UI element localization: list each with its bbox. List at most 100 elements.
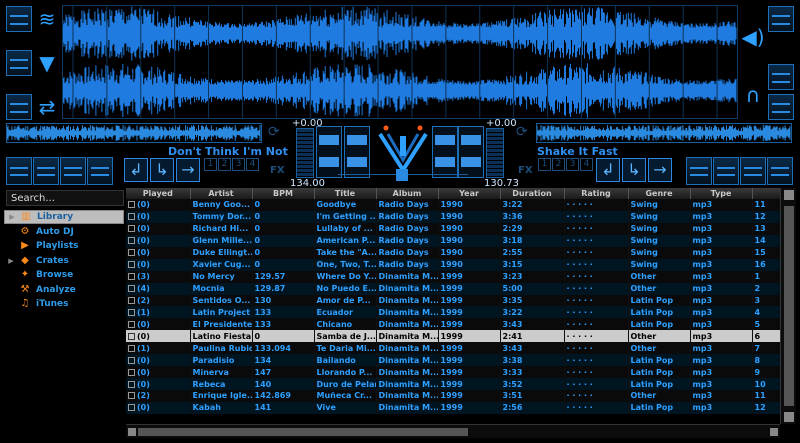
left-list-button[interactable] xyxy=(6,94,32,120)
left-fx-label[interactable]: FX xyxy=(270,165,285,176)
left-cue-out-button[interactable]: ↳ xyxy=(150,158,174,182)
left-eq-button-4[interactable] xyxy=(87,157,113,185)
left-view-button[interactable] xyxy=(6,50,32,76)
search-input[interactable] xyxy=(6,190,124,206)
column-header-artist[interactable]: Artist xyxy=(190,188,253,199)
speaker-icon[interactable]: ◀) xyxy=(740,24,766,50)
left-hotcue-1[interactable]: 1 xyxy=(204,158,217,171)
row-checkbox[interactable] xyxy=(128,404,135,412)
left-hotcue-4[interactable]: 4 xyxy=(246,158,259,171)
table-row[interactable]: (3) No Mercy 129.57 Where Do Y... Dinamita M… xyxy=(126,270,780,283)
column-header-index[interactable] xyxy=(752,188,780,199)
row-checkbox[interactable] xyxy=(128,344,135,352)
left-layout-button[interactable] xyxy=(6,6,32,32)
right-loop-icon[interactable]: ⟳ xyxy=(516,124,528,140)
right-list-button[interactable] xyxy=(768,94,794,120)
row-checkbox[interactable] xyxy=(128,308,135,316)
row-checkbox[interactable] xyxy=(128,249,135,257)
column-header-year[interactable]: Year xyxy=(438,188,501,199)
right-eq-button-4[interactable] xyxy=(767,157,793,185)
sidebar-item-analyze[interactable]: ⚒ Analyze xyxy=(4,283,124,297)
right-pitch-fader[interactable] xyxy=(458,126,484,178)
left-mini-waveform[interactable] xyxy=(6,123,262,143)
left-play-button[interactable]: → xyxy=(176,158,200,182)
column-header-genre[interactable]: Genre xyxy=(628,188,691,199)
row-checkbox[interactable] xyxy=(128,356,135,364)
crossfader[interactable] xyxy=(338,169,468,182)
left-hotcue-2[interactable]: 2 xyxy=(218,158,231,171)
row-checkbox[interactable] xyxy=(128,201,135,209)
right-view-button[interactable] xyxy=(768,64,794,90)
left-volume-fader[interactable] xyxy=(344,126,370,178)
left-hotcue-3[interactable]: 3 xyxy=(232,158,245,171)
row-checkbox[interactable] xyxy=(128,285,135,293)
row-checkbox[interactable] xyxy=(128,392,135,400)
left-pitch-fader[interactable] xyxy=(316,126,342,178)
headphones-icon[interactable]: ∩ xyxy=(740,82,766,108)
table-row[interactable]: (2) Enrique Igle... 142.869 Muñeca Cr... Din… xyxy=(126,390,780,402)
right-eq-button-1[interactable] xyxy=(686,157,712,185)
row-checkbox[interactable] xyxy=(128,380,135,388)
right-eq-button-3[interactable] xyxy=(740,157,766,185)
scroll-left-arrow[interactable] xyxy=(128,428,136,436)
left-eq-button-2[interactable] xyxy=(33,157,59,185)
column-header-album[interactable]: Album xyxy=(376,188,439,199)
table-row[interactable]: (4) Mocnia 129.87 No Puedo E... Dinamita M..… xyxy=(126,282,780,295)
left-cue-in-button[interactable]: ↲ xyxy=(124,158,148,182)
table-row[interactable]: (0) El Presidente 133 Chicano Dinamita M... 1… xyxy=(126,318,780,331)
table-row[interactable]: (0) Xavier Cug... 0 One, Two, T... Radio Day… xyxy=(126,258,780,271)
right-hotcue-4[interactable]: 4 xyxy=(580,158,593,171)
table-row[interactable]: (1) Latin Project 133 Ecuador Dinamita M... 1… xyxy=(126,306,780,319)
table-row[interactable]: (0) Richard Hi... 0 Lullaby of ... Radio Day… xyxy=(126,222,780,235)
table-row[interactable]: (0) Benny Goo... 0 Goodbye Radio Days 1990 3:2… xyxy=(126,199,780,211)
waveform-icon[interactable]: ≋ xyxy=(34,6,60,32)
column-header-rating[interactable]: Rating xyxy=(564,188,629,199)
row-checkbox[interactable] xyxy=(128,213,135,221)
left-eq-button-3[interactable] xyxy=(60,157,86,185)
sidebar-item-playlists[interactable]: ▶ Playlists xyxy=(4,239,124,253)
table-row[interactable]: (0) Rebeca 140 Duro de Pelar Dinamita M... 19… xyxy=(126,378,780,390)
left-eq-button-1[interactable] xyxy=(6,157,32,185)
row-checkbox[interactable] xyxy=(128,273,135,281)
table-row[interactable]: (0) Minerva 147 Llorando P... Dinamita M... 1… xyxy=(126,366,780,379)
table-row[interactable]: (0) Glenn Mille... 0 American P... Radio Day… xyxy=(126,234,780,247)
right-fx-label[interactable]: FX xyxy=(518,165,533,176)
right-hotcue-2[interactable]: 2 xyxy=(552,158,565,171)
right-cue-in-button[interactable]: ↲ xyxy=(596,158,620,182)
sidebar-item-itunes[interactable]: ♫ iTunes xyxy=(4,297,124,311)
expand-arrow-icon[interactable]: ▶ xyxy=(4,257,18,265)
scroll-down-arrow[interactable] xyxy=(784,412,794,422)
column-header-bpm[interactable]: BPM xyxy=(252,188,315,199)
column-header-title[interactable]: Title xyxy=(314,188,377,199)
column-header-played[interactable]: Played xyxy=(126,188,191,199)
sidebar-item-browse[interactable]: ✦ Browse xyxy=(4,268,124,282)
table-row[interactable]: (0) Duke Ellingt... 0 Take the "A... Radio D… xyxy=(126,246,780,259)
sidebar-item-library[interactable]: ▶ ▥ Library xyxy=(4,210,124,224)
main-waveform[interactable] xyxy=(62,5,738,119)
vertical-scrollbar[interactable] xyxy=(780,188,796,424)
row-checkbox[interactable] xyxy=(128,225,135,233)
row-checkbox[interactable] xyxy=(128,332,135,340)
right-eq-button-2[interactable] xyxy=(713,157,739,185)
table-row[interactable]: (0) Paradisio 134 Bailando Dinamita M... 1999… xyxy=(126,354,780,367)
column-header-duration[interactable]: Duration xyxy=(500,188,565,199)
expand-arrow-icon[interactable]: ▶ xyxy=(5,213,19,221)
row-checkbox[interactable] xyxy=(128,368,135,376)
sidebar-item-auto-dj[interactable]: ⚙ Auto DJ xyxy=(4,225,124,239)
row-checkbox[interactable] xyxy=(128,320,135,328)
column-header-type[interactable]: Type xyxy=(690,188,753,199)
row-checkbox[interactable] xyxy=(128,261,135,269)
sidebar-item-crates[interactable]: ▶ ◆ Crates xyxy=(4,254,124,268)
left-loop-icon[interactable]: ⟳ xyxy=(268,124,280,140)
scroll-up-arrow[interactable] xyxy=(784,190,794,200)
right-volume-fader[interactable] xyxy=(432,126,458,178)
scroll-right-arrow[interactable] xyxy=(770,428,778,436)
table-row[interactable]: (0) Kabah 141 Vive Dinamita M... 1999 2:56 · · … xyxy=(126,401,780,414)
table-row[interactable]: (0) Tommy Dor... 0 I'm Getting ... Radio Day… xyxy=(126,210,780,223)
row-checkbox[interactable] xyxy=(128,237,135,245)
vertical-scroll-thumb[interactable] xyxy=(784,206,794,406)
table-row[interactable]: (1) Paulina Rubio 133.094 Te Daria Mi... Din… xyxy=(126,342,780,355)
right-hotcue-1[interactable]: 1 xyxy=(538,158,551,171)
right-hotcue-3[interactable]: 3 xyxy=(566,158,579,171)
right-layout-button[interactable] xyxy=(768,6,794,32)
